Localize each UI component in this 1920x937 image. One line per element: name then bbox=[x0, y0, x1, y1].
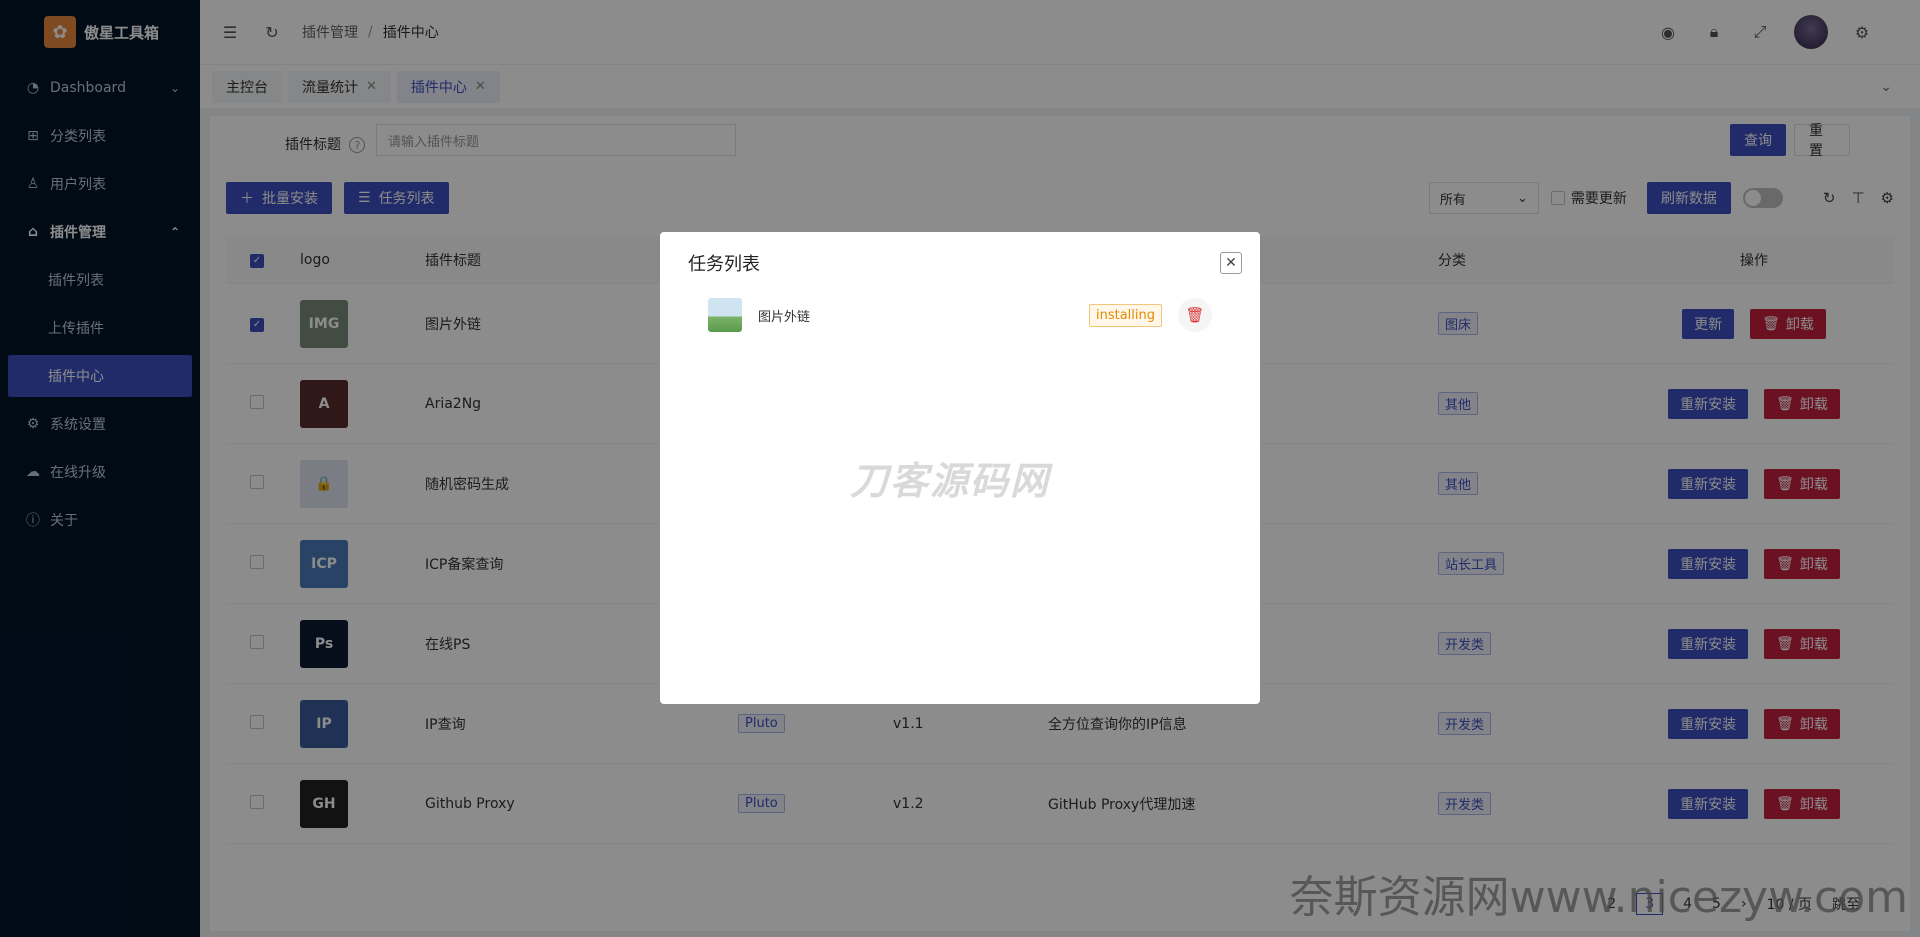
delete-icon[interactable]: 🗑︎ bbox=[1178, 298, 1212, 332]
task-list-modal: 任务列表 ✕ 图片外链 installing 🗑︎ 刀客源码网 bbox=[660, 232, 1260, 704]
task-status-badge: installing bbox=[1088, 303, 1162, 327]
watermark: 刀客源码网 bbox=[850, 459, 1051, 503]
close-icon[interactable]: ✕ bbox=[1220, 252, 1242, 274]
bottom-watermark: 奈斯资源网www.nicezyw.com bbox=[1289, 872, 1908, 923]
task-thumbnail bbox=[708, 298, 742, 332]
modal-title: 任务列表 bbox=[688, 254, 760, 275]
task-item: 图片外链 installing 🗑︎ bbox=[708, 297, 1212, 333]
task-name: 图片外链 bbox=[758, 309, 811, 325]
